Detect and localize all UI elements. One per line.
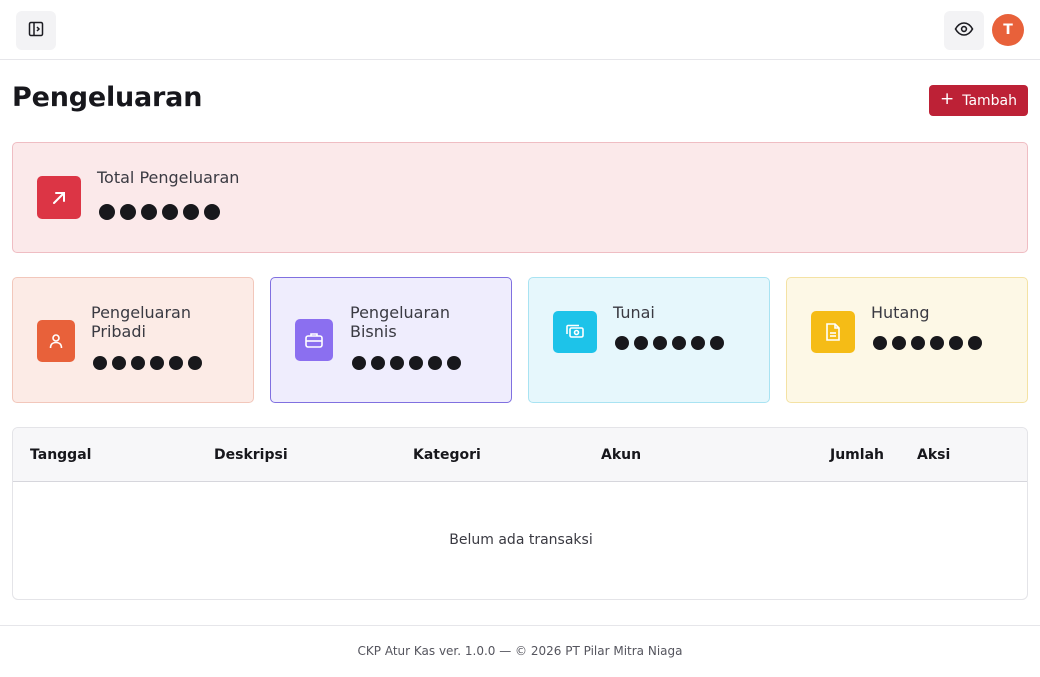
cash-icon xyxy=(553,311,597,353)
total-expense-card: Total Pengeluaran xyxy=(12,142,1028,253)
column-header-date[interactable]: Tanggal xyxy=(30,447,91,463)
transactions-table: Tanggal Deskripsi Kategori Akun Jumlah A… xyxy=(12,427,1028,600)
user-icon xyxy=(37,320,75,362)
column-header-description[interactable]: Deskripsi xyxy=(214,447,288,463)
debt-card: Hutang xyxy=(786,277,1028,403)
personal-expense-masked-value xyxy=(93,356,202,370)
add-button-label: Tambah xyxy=(962,92,1018,109)
table-header: Tanggal Deskripsi Kategori Akun Jumlah A… xyxy=(13,428,1027,482)
eye-icon xyxy=(954,21,974,41)
column-header-category[interactable]: Kategori xyxy=(413,447,481,463)
cash-label: Tunai xyxy=(613,303,655,322)
total-expense-label: Total Pengeluaran xyxy=(97,168,240,187)
document-icon xyxy=(811,311,855,353)
empty-state-message: Belum ada transaksi xyxy=(449,532,593,548)
avatar[interactable]: T xyxy=(992,14,1024,46)
footer-text: CKP Atur Kas ver. 1.0.0 — © 2026 PT Pila… xyxy=(357,644,683,658)
top-bar: T xyxy=(0,0,1040,60)
sidebar-toggle-button[interactable] xyxy=(16,11,56,50)
plus-icon: + xyxy=(939,89,955,109)
business-expense-label: Pengeluaran Bisnis xyxy=(350,303,450,341)
sidebar-toggle-icon xyxy=(28,21,44,41)
cash-card: Tunai xyxy=(528,277,770,403)
personal-expense-card: Pengeluaran Pribadi xyxy=(12,277,254,403)
total-expense-masked-value xyxy=(99,204,220,220)
business-expense-masked-value xyxy=(352,356,461,370)
toggle-visibility-button[interactable] xyxy=(944,11,984,50)
page-title: Pengeluaran xyxy=(12,82,203,113)
business-expense-card: Pengeluaran Bisnis xyxy=(270,277,512,403)
column-header-amount[interactable]: Jumlah xyxy=(830,447,884,463)
column-header-account[interactable]: Akun xyxy=(601,447,641,463)
footer: CKP Atur Kas ver. 1.0.0 — © 2026 PT Pila… xyxy=(0,625,1040,677)
briefcase-icon xyxy=(295,319,333,361)
column-header-actions: Aksi xyxy=(917,447,951,463)
debt-label: Hutang xyxy=(871,303,930,322)
arrow-up-right-icon xyxy=(37,176,81,219)
personal-expense-label: Pengeluaran Pribadi xyxy=(91,303,191,341)
add-button[interactable]: + Tambah xyxy=(929,85,1028,116)
cash-masked-value xyxy=(615,336,724,350)
debt-masked-value xyxy=(873,336,982,350)
